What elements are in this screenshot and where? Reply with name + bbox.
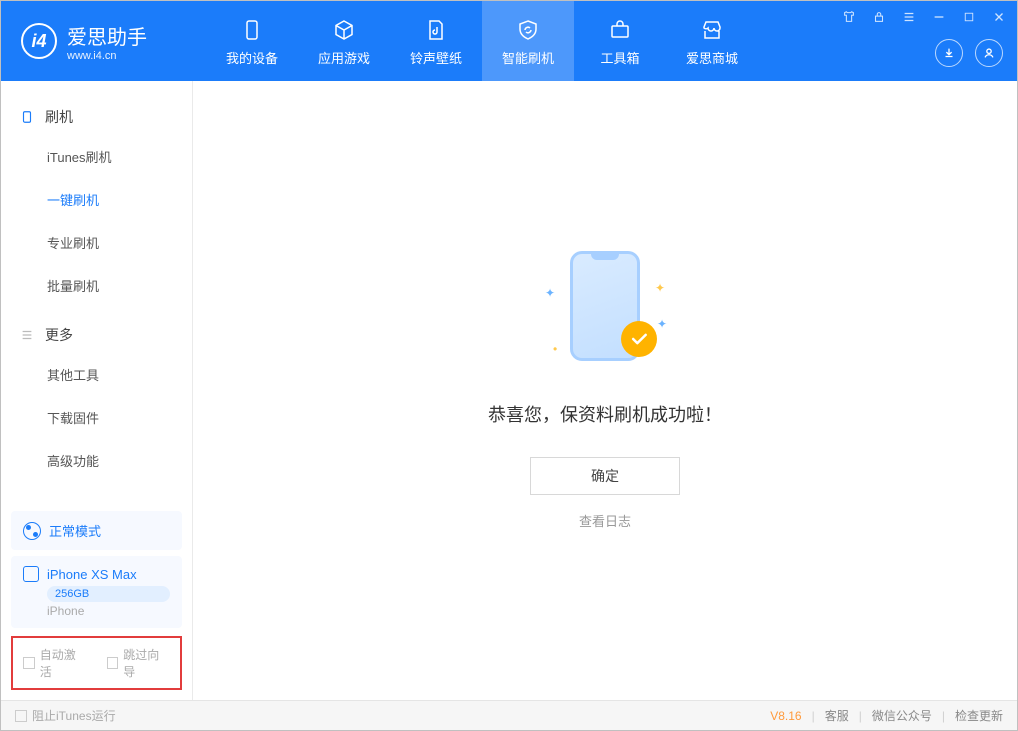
separator: | <box>859 709 862 723</box>
sidebar: 刷机 iTunes刷机 一键刷机 专业刷机 批量刷机 更多 其他工具 下载固件 … <box>1 81 193 700</box>
sidebar-item-itunes-flash[interactable]: iTunes刷机 <box>1 135 192 178</box>
app-header: i4 爱思助手 www.i4.cn 我的设备 应用游戏 铃声壁纸 智能刷机 工具… <box>1 1 1017 81</box>
footer-left: 阻止iTunes运行 <box>15 707 116 724</box>
footer-link-update[interactable]: 检查更新 <box>955 707 1003 724</box>
sidebar-section-title: 刷机 <box>45 107 73 127</box>
device-name: iPhone XS Max <box>47 567 137 582</box>
menu-icon[interactable] <box>901 9 917 25</box>
shield-refresh-icon <box>514 16 542 44</box>
download-button[interactable] <box>935 39 963 67</box>
nav-label: 铃声壁纸 <box>410 48 462 67</box>
checkbox-label: 跳过向导 <box>123 646 170 680</box>
footer-link-wechat[interactable]: 微信公众号 <box>872 707 932 724</box>
version-label: V8.16 <box>770 709 801 723</box>
sidebar-item-download-firmware[interactable]: 下载固件 <box>1 396 192 439</box>
mode-icon <box>23 522 41 540</box>
nav-label: 智能刷机 <box>502 48 554 67</box>
close-icon[interactable] <box>991 9 1007 25</box>
list-icon <box>19 327 35 343</box>
tshirt-icon[interactable] <box>841 9 857 25</box>
nav-label: 爱思商城 <box>686 48 738 67</box>
separator: | <box>812 709 815 723</box>
app-body: 刷机 iTunes刷机 一键刷机 专业刷机 批量刷机 更多 其他工具 下载固件 … <box>1 81 1017 700</box>
check-badge-icon <box>621 321 657 357</box>
main-content: ✦ ✦ • ✦ 恭喜您，保资料刷机成功啦！ 确定 查看日志 <box>193 81 1017 700</box>
device-row: iPhone XS Max <box>23 566 170 582</box>
device-icon <box>238 16 266 44</box>
footer-right: V8.16 | 客服 | 微信公众号 | 检查更新 <box>770 707 1003 724</box>
minimize-icon[interactable] <box>931 9 947 25</box>
cube-icon <box>330 16 358 44</box>
sparkle-icon: ✦ <box>657 317 667 331</box>
sparkle-icon: ✦ <box>545 286 555 300</box>
maximize-icon[interactable] <box>961 9 977 25</box>
sidebar-item-advanced[interactable]: 高级功能 <box>1 439 192 482</box>
sidebar-item-oneclick-flash[interactable]: 一键刷机 <box>1 178 192 221</box>
success-message: 恭喜您，保资料刷机成功啦！ <box>488 401 722 427</box>
footer-link-service[interactable]: 客服 <box>825 707 849 724</box>
lock-icon[interactable] <box>871 9 887 25</box>
sidebar-section-more: 更多 <box>1 317 192 353</box>
nav-tab-ringtones[interactable]: 铃声壁纸 <box>390 1 482 81</box>
device-type: iPhone <box>47 604 170 618</box>
nav-tab-my-device[interactable]: 我的设备 <box>206 1 298 81</box>
logo-text: 爱思助手 www.i4.cn <box>67 21 147 62</box>
phone-icon <box>19 109 35 125</box>
checkbox-block-itunes[interactable]: 阻止iTunes运行 <box>15 707 116 724</box>
mode-label: 正常模式 <box>49 521 101 540</box>
sparkle-icon: ✦ <box>655 281 665 295</box>
device-small-icon <box>23 566 39 582</box>
header-right-buttons <box>935 39 1003 67</box>
checkbox-skip-wizard[interactable]: 跳过向导 <box>107 646 171 680</box>
sparkle-icon: • <box>553 342 557 356</box>
store-icon <box>698 16 726 44</box>
music-file-icon <box>422 16 450 44</box>
sidebar-bottom: 正常模式 iPhone XS Max 256GB iPhone 自动激活 跳过向… <box>1 505 192 700</box>
confirm-button[interactable]: 确定 <box>530 457 680 495</box>
sidebar-item-pro-flash[interactable]: 专业刷机 <box>1 221 192 264</box>
nav-tab-apps[interactable]: 应用游戏 <box>298 1 390 81</box>
checkbox-auto-activate[interactable]: 自动激活 <box>23 646 87 680</box>
checkbox-icon <box>107 657 119 669</box>
nav-label: 工具箱 <box>600 48 639 67</box>
sidebar-section-title: 更多 <box>45 325 73 345</box>
success-illustration: ✦ ✦ • ✦ <box>525 251 685 371</box>
app-logo-icon: i4 <box>21 23 57 59</box>
checkbox-icon <box>15 710 27 722</box>
mode-card[interactable]: 正常模式 <box>11 511 182 550</box>
logo-area: i4 爱思助手 www.i4.cn <box>1 21 201 62</box>
checkbox-label: 自动激活 <box>40 646 87 680</box>
flash-options-box: 自动激活 跳过向导 <box>11 636 182 690</box>
nav-label: 应用游戏 <box>318 48 370 67</box>
footer: 阻止iTunes运行 V8.16 | 客服 | 微信公众号 | 检查更新 <box>1 700 1017 730</box>
view-log-link[interactable]: 查看日志 <box>579 511 631 530</box>
sidebar-item-batch-flash[interactable]: 批量刷机 <box>1 264 192 307</box>
checkbox-label: 阻止iTunes运行 <box>32 707 116 724</box>
toolbox-icon <box>606 16 634 44</box>
checkbox-icon <box>23 657 35 669</box>
window-controls <box>841 9 1007 25</box>
nav-label: 我的设备 <box>226 48 278 67</box>
nav-tabs: 我的设备 应用游戏 铃声壁纸 智能刷机 工具箱 爱思商城 <box>206 1 758 81</box>
sidebar-item-other-tools[interactable]: 其他工具 <box>1 353 192 396</box>
separator: | <box>942 709 945 723</box>
user-button[interactable] <box>975 39 1003 67</box>
app-url: www.i4.cn <box>67 50 147 62</box>
sidebar-section-flash: 刷机 <box>1 99 192 135</box>
device-card[interactable]: iPhone XS Max 256GB iPhone <box>11 556 182 628</box>
nav-tab-flash[interactable]: 智能刷机 <box>482 1 574 81</box>
app-title: 爱思助手 <box>67 21 147 50</box>
nav-tab-toolbox[interactable]: 工具箱 <box>574 1 666 81</box>
nav-tab-store[interactable]: 爱思商城 <box>666 1 758 81</box>
device-storage: 256GB <box>47 586 170 602</box>
